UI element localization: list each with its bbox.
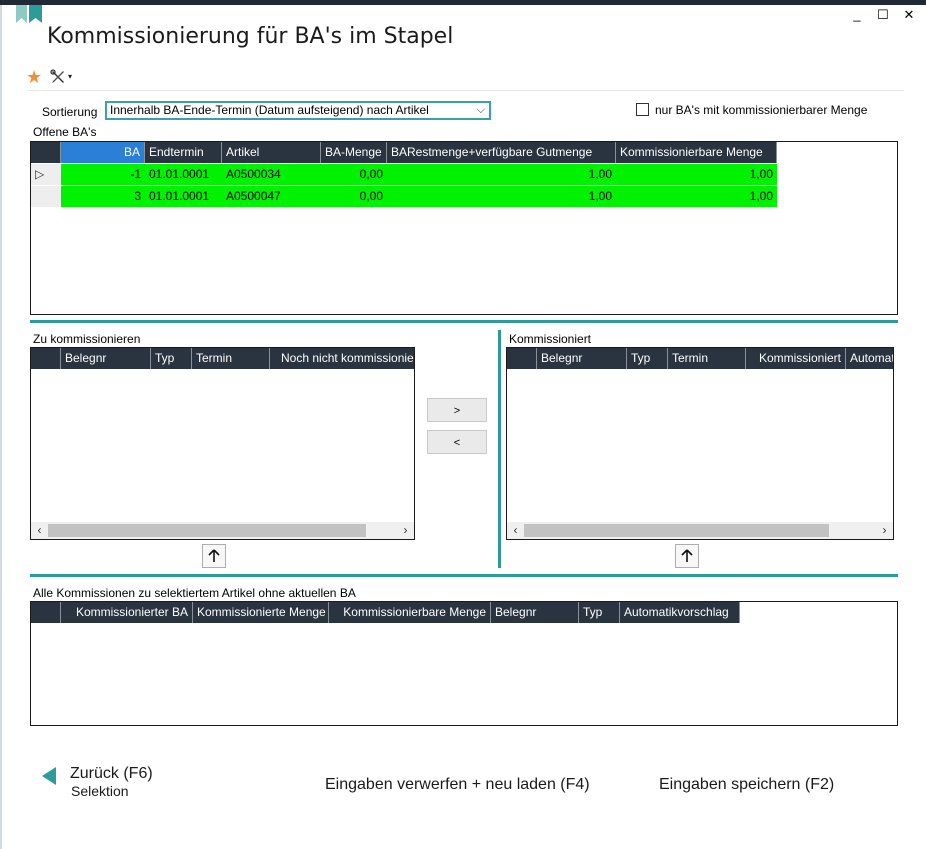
column-header-kommissionierbare-menge[interactable]: Kommissionierbare Menge: [616, 142, 777, 163]
back-arrow-icon[interactable]: [42, 767, 56, 785]
column-header-termin[interactable]: Termin: [192, 348, 270, 369]
row-indicator[interactable]: [31, 186, 61, 207]
horizontal-scrollbar[interactable]: ‹ ›: [31, 522, 414, 539]
column-header-automatikvorschlag[interactable]: Automatikvorschlag: [620, 602, 740, 623]
scrollbar-thumb[interactable]: [48, 524, 366, 537]
to-pick-label: Zu kommissionieren: [33, 332, 141, 346]
toolbar-divider: [28, 90, 904, 91]
cell-endtermin[interactable]: 01.01.0001: [145, 164, 222, 185]
column-header-belegnr[interactable]: Belegnr: [61, 348, 151, 369]
horizontal-splitter[interactable]: [30, 320, 898, 323]
cell-ba-menge[interactable]: 0,00: [321, 186, 387, 207]
table-row[interactable]: 3 01.01.0001 A0500047 0,00 1,00 1,00: [31, 186, 777, 207]
scroll-right-icon[interactable]: ›: [876, 522, 893, 539]
sort-label: Sortierung: [42, 105, 98, 119]
chevron-down-icon: ⌵: [476, 104, 485, 116]
cell-ba[interactable]: -1: [61, 164, 145, 185]
scroll-left-icon[interactable]: ‹: [31, 522, 48, 539]
column-header-typ[interactable]: Typ: [151, 348, 192, 369]
save-button[interactable]: Eingaben speichern (F2): [659, 776, 834, 794]
column-header-automatikvorschlag[interactable]: Automatikvorschlag: [846, 348, 893, 369]
star-icon[interactable]: ★: [26, 68, 42, 86]
row-indicator-icon[interactable]: ▷: [31, 164, 61, 185]
all-picks-grid[interactable]: Kommissionierter BA Kommissionierte Meng…: [30, 601, 898, 726]
open-ba-grid[interactable]: BA Endtermin Artikel BA-Menge BARestmeng…: [30, 141, 898, 315]
row-header-corner: [31, 142, 61, 163]
discard-reload-button[interactable]: Eingaben verwerfen + neu laden (F4): [325, 776, 590, 794]
window-left-border: [0, 5, 2, 849]
window-controls: _ ☐ ✕: [850, 8, 916, 22]
picked-header: Belegnr Typ Termin Kommissioniert Automa…: [507, 348, 893, 369]
column-header-typ[interactable]: Typ: [579, 602, 620, 623]
cell-restmenge[interactable]: 1,00: [387, 164, 616, 185]
cell-artikel[interactable]: A0500047: [222, 186, 321, 207]
arrow-up-icon: [681, 549, 693, 562]
column-header-endtermin[interactable]: Endtermin: [145, 142, 222, 163]
open-ba-label: Offene BA's: [33, 125, 97, 139]
bookmark-icon: [16, 5, 42, 23]
all-picks-label: Alle Kommissionen zu selektiertem Artike…: [33, 586, 356, 600]
chevron-down-icon[interactable]: ▾: [68, 72, 72, 81]
to-pick-header: Belegnr Typ Termin Noch nicht kommission…: [31, 348, 414, 369]
column-header-artikel[interactable]: Artikel: [222, 142, 321, 163]
all-picks-header: Kommissionierter BA Kommissionierte Meng…: [31, 602, 740, 623]
row-header-corner: [507, 348, 537, 369]
cell-restmenge[interactable]: 1,00: [387, 186, 616, 207]
add-to-picked-button[interactable]: >: [427, 398, 487, 422]
column-header-belegnr[interactable]: Belegnr: [491, 602, 579, 623]
scrollbar-thumb[interactable]: [524, 524, 829, 537]
tools-icon[interactable]: [50, 69, 66, 85]
cell-artikel[interactable]: A0500034: [222, 164, 321, 185]
column-header-kommissionierter-ba[interactable]: Kommissionierter BA: [61, 602, 193, 623]
back-subtitle[interactable]: Selektion: [71, 783, 129, 799]
move-up-left-button[interactable]: [202, 544, 226, 568]
filter-checkbox[interactable]: [636, 103, 649, 116]
column-header-restmenge[interactable]: BARestmenge+verfügbare Gutmenge: [387, 142, 616, 163]
cell-ba-menge[interactable]: 0,00: [321, 164, 387, 185]
cell-ba[interactable]: 3: [61, 186, 145, 207]
cell-endtermin[interactable]: 01.01.0001: [145, 186, 222, 207]
column-header-kommissioniert[interactable]: Kommissioniert: [746, 348, 846, 369]
vertical-splitter[interactable]: [498, 330, 501, 568]
back-button[interactable]: Zurück (F6): [70, 765, 153, 783]
maximize-button[interactable]: ☐: [876, 8, 890, 22]
move-up-right-button[interactable]: [675, 544, 699, 568]
row-header-corner: [31, 602, 61, 623]
column-header-kommissionierte-menge[interactable]: Kommissionierte Menge: [193, 602, 329, 623]
filter-label: nur BA's mit kommissionierbarer Menge: [655, 103, 868, 117]
page-title: Kommissionierung für BA's im Stapel: [47, 24, 454, 49]
close-button[interactable]: ✕: [902, 8, 916, 22]
cell-kommissionierbare-menge[interactable]: 1,00: [616, 186, 777, 207]
sort-select[interactable]: Innerhalb BA-Ende-Termin (Datum aufsteig…: [105, 101, 491, 120]
picked-label: Kommissioniert: [509, 332, 592, 346]
column-header-typ[interactable]: Typ: [627, 348, 668, 369]
column-header-noch-nicht-kommissioniert[interactable]: Noch nicht kommissioniert: [270, 348, 414, 369]
column-header-ba[interactable]: BA: [61, 142, 145, 163]
column-header-termin[interactable]: Termin: [668, 348, 746, 369]
table-row[interactable]: ▷ -1 01.01.0001 A0500034 0,00 1,00 1,00: [31, 164, 777, 185]
remove-from-picked-button[interactable]: <: [427, 430, 487, 454]
column-header-belegnr[interactable]: Belegnr: [537, 348, 627, 369]
arrow-up-icon: [208, 549, 220, 562]
horizontal-scrollbar[interactable]: ‹ ›: [507, 522, 893, 539]
scroll-left-icon[interactable]: ‹: [507, 522, 524, 539]
column-header-ba-menge[interactable]: BA-Menge: [321, 142, 387, 163]
cell-kommissionierbare-menge[interactable]: 1,00: [616, 164, 777, 185]
horizontal-splitter[interactable]: [30, 574, 898, 577]
picked-grid[interactable]: Belegnr Typ Termin Kommissioniert Automa…: [506, 347, 894, 540]
title-bar-strip: [0, 0, 926, 5]
sort-select-value: Innerhalb BA-Ende-Termin (Datum aufsteig…: [110, 103, 429, 117]
row-header-corner: [31, 348, 61, 369]
column-header-kommissionierbare-menge[interactable]: Kommissionierbare Menge: [329, 602, 491, 623]
scroll-right-icon[interactable]: ›: [397, 522, 414, 539]
to-pick-grid[interactable]: Belegnr Typ Termin Noch nicht kommission…: [30, 347, 415, 540]
open-ba-header: BA Endtermin Artikel BA-Menge BARestmeng…: [31, 142, 777, 163]
minimize-button[interactable]: _: [850, 8, 864, 22]
